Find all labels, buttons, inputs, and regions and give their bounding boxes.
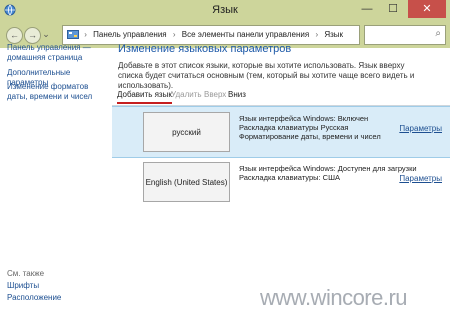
window: Язык — ☐ ✕ ← → ⌄ › Панель управления › В… <box>0 0 450 316</box>
back-button[interactable]: ← <box>6 27 23 44</box>
language-info-line: Форматирование даты, времени и чисел <box>239 132 381 141</box>
language-row[interactable]: русский Язык интерфейса Windows: Включен… <box>112 106 450 158</box>
page-description: Добавьте в этот список языки, которые вы… <box>118 61 415 90</box>
language-row[interactable]: English (United States) Язык интерфейса … <box>112 157 450 207</box>
breadcrumb-separator: › <box>84 30 87 39</box>
page-title: Изменение языковых параметров <box>118 43 292 55</box>
watermark: www.wincore.ru <box>260 285 408 310</box>
breadcrumb-language[interactable]: Язык <box>324 30 343 39</box>
language-options-link[interactable]: Параметры <box>399 174 442 183</box>
language-name-button[interactable]: русский <box>143 112 230 152</box>
content-area: Панель управления — домашняя страница До… <box>0 43 450 316</box>
add-language-underline <box>117 102 172 104</box>
sidebar-link-home[interactable]: Панель управления — домашняя страница <box>7 43 107 63</box>
title-bar: Язык — ☐ ✕ <box>0 0 450 22</box>
see-also-label: См. также <box>7 269 45 278</box>
move-down-button[interactable]: Вниз <box>228 88 246 102</box>
language-options-link[interactable]: Параметры <box>399 124 442 133</box>
language-info: Язык интерфейса Windows: Доступен для за… <box>239 164 417 182</box>
add-language-label: Добавить язык <box>117 90 172 99</box>
main-panel: Изменение языковых параметров Добавьте в… <box>112 43 450 316</box>
search-input[interactable]: ⌕ <box>364 25 446 45</box>
language-info-line: Раскладка клавиатуры: США <box>239 173 340 182</box>
maximize-button[interactable]: ☐ <box>380 0 406 18</box>
breadcrumb-separator: › <box>172 30 176 39</box>
language-info: Язык интерфейса Windows: Включен Расклад… <box>239 114 381 141</box>
language-name-button[interactable]: English (United States) <box>143 162 230 202</box>
address-bar[interactable]: › Панель управления › Все элементы панел… <box>62 25 360 45</box>
forward-button[interactable]: → <box>24 27 41 44</box>
minimize-button[interactable]: — <box>354 0 380 18</box>
search-icon: ⌕ <box>435 28 441 39</box>
sidebar: Панель управления — домашняя страница До… <box>0 43 112 316</box>
sidebar-link-fonts[interactable]: Шрифты <box>7 281 39 291</box>
language-toolbar: Добавить язык Удалить Вверх Вниз <box>112 88 450 104</box>
control-panel-icon <box>67 29 79 39</box>
sidebar-link-formats[interactable]: Изменение форматов даты, времени и чисел <box>7 82 111 102</box>
breadcrumb-separator: › <box>315 30 319 39</box>
close-button[interactable]: ✕ <box>408 0 446 18</box>
add-language-button[interactable]: Добавить язык <box>117 88 172 104</box>
language-info-line: Раскладка клавиатуры Русская <box>239 123 349 132</box>
breadcrumb-all-items[interactable]: Все элементы панели управления <box>182 30 309 39</box>
language-info-line: Язык интерфейса Windows: Доступен для за… <box>239 164 417 173</box>
breadcrumb-control-panel[interactable]: Панель управления <box>93 30 167 39</box>
recent-locations-button[interactable]: ⌄ <box>42 27 50 42</box>
remove-button[interactable]: Удалить <box>171 88 202 102</box>
sidebar-link-location[interactable]: Расположение <box>7 293 61 303</box>
language-info-line: Язык интерфейса Windows: Включен <box>239 114 369 123</box>
move-up-button[interactable]: Вверх <box>204 88 226 102</box>
